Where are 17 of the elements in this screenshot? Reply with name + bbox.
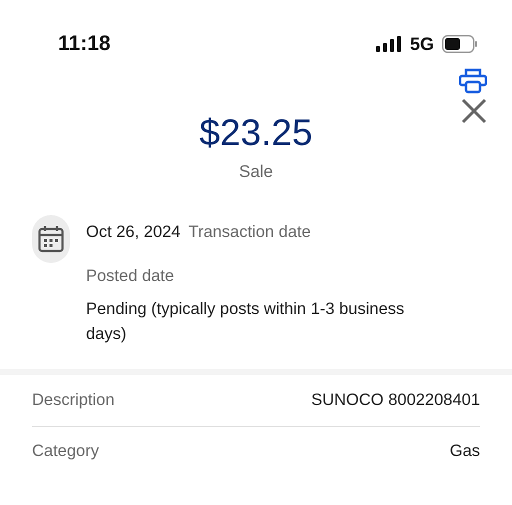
transaction-date-label: Transaction date [188,222,311,242]
signal-icon [376,36,402,52]
calendar-icon [32,214,70,262]
posted-date-value: Pending (typically posts within 1-3 business days) [86,299,406,345]
transaction-type: Sale [238,161,274,183]
transaction-amount: $23.25 [199,114,313,151]
status-time: 11:18 [58,31,111,58]
close-button[interactable] [461,98,487,124]
battery-icon [442,35,478,53]
print-button[interactable] [459,68,487,94]
detail-label: Category [32,441,99,462]
detail-value: Gas [450,441,480,462]
transaction-date: Oct 26, 2024 [86,222,180,242]
detail-value: SUNOCO 8002208401 [311,390,480,411]
network-label: 5G [410,32,434,56]
posted-date-label: Posted date [86,266,176,288]
detail-label: Description [32,390,115,411]
